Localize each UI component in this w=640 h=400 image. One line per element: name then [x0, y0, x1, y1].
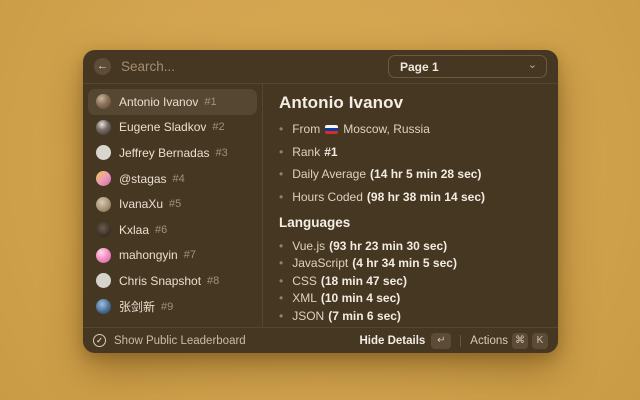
chevron-down-icon: ⌄ — [528, 60, 537, 70]
command-key-icon[interactable]: ⌘ — [512, 333, 528, 349]
avatar — [96, 171, 111, 186]
list-item[interactable]: Eugene Sladkov #2 — [88, 115, 257, 141]
language-time: (10 min 4 sec) — [321, 291, 400, 305]
user-rank: #3 — [216, 147, 228, 159]
language-time: (18 min 47 sec) — [321, 274, 407, 288]
language-name: CSS — [292, 274, 317, 288]
language-time: (93 hr 23 min 30 sec) — [329, 239, 447, 253]
bullet-icon: • — [279, 167, 283, 181]
user-rank: #8 — [207, 275, 219, 287]
leaderboard-list: Antonio Ivanov #1 Eugene Sladkov #2 Jeff… — [83, 84, 263, 327]
detail-panel: Antonio Ivanov • From Moscow, Russia • R… — [263, 84, 558, 327]
languages-heading: Languages — [279, 215, 542, 230]
avatar — [96, 145, 111, 160]
detail-title: Antonio Ivanov — [279, 93, 542, 113]
list-item[interactable]: 张剑新 #9 — [88, 294, 257, 320]
avatar — [96, 299, 111, 314]
profile-list: • From Moscow, Russia • Rank #1 • Daily … — [279, 122, 542, 204]
bullet-icon: • — [279, 239, 283, 253]
footer-divider — [460, 335, 461, 347]
user-name: Kxlaa — [119, 223, 149, 237]
languages-list: • Vue.js (93 hr 23 min 30 sec) • JavaScr… — [279, 239, 542, 328]
rank-value: #1 — [324, 145, 337, 159]
list-item[interactable]: IvanaXu #5 — [88, 191, 257, 217]
back-arrow-icon: ← — [97, 60, 108, 72]
back-button[interactable]: ← — [94, 58, 111, 75]
footer: ✓ Show Public Leaderboard Hide Details ↵… — [83, 327, 558, 353]
user-rank: #6 — [155, 224, 167, 236]
detail-rank: • Rank #1 — [279, 145, 542, 159]
language-time: (7 min 6 sec) — [328, 309, 401, 323]
content: Antonio Ivanov #1 Eugene Sladkov #2 Jeff… — [83, 84, 558, 327]
language-item: • CSS (18 min 47 sec) — [279, 274, 542, 288]
page-dropdown-value: Page 1 — [400, 60, 528, 74]
page-dropdown[interactable]: Page 1 ⌄ — [388, 55, 547, 78]
bullet-icon: • — [279, 274, 283, 288]
language-name: JSON — [292, 309, 324, 323]
avatar — [96, 248, 111, 263]
list-item[interactable]: Kxlaa #6 — [88, 217, 257, 243]
user-name: 张剑新 — [119, 298, 155, 315]
avatar — [96, 197, 111, 212]
bullet-icon: • — [279, 190, 283, 204]
language-name: JavaScript — [292, 256, 348, 270]
language-time: (4 hr 34 min 5 sec) — [352, 256, 457, 270]
hours-coded-value: (98 hr 38 min 14 sec) — [367, 190, 485, 204]
user-rank: #1 — [204, 96, 216, 108]
user-rank: #9 — [161, 301, 173, 313]
list-item[interactable]: Antonio Ivanov #1 — [88, 89, 257, 115]
bullet-icon: • — [279, 122, 283, 136]
list-item[interactable]: @stagas #4 — [88, 166, 257, 192]
detail-hours-coded: • Hours Coded (98 hr 38 min 14 sec) — [279, 190, 542, 204]
language-name: Vue.js — [292, 239, 325, 253]
k-key[interactable]: K — [532, 333, 548, 349]
list-item[interactable]: Jeffrey Bernadas #3 — [88, 140, 257, 166]
app-window: ← Search... Page 1 ⌄ Antonio Ivanov #1 E… — [83, 50, 558, 353]
russia-flag-icon — [325, 125, 338, 134]
language-item: • JSON (7 min 6 sec) — [279, 309, 542, 323]
avatar — [96, 120, 111, 135]
detail-from: • From Moscow, Russia — [279, 122, 542, 136]
list-item[interactable]: mahongyin #7 — [88, 243, 257, 269]
return-key-icon[interactable]: ↵ — [431, 333, 451, 349]
footer-command-name: Show Public Leaderboard — [114, 335, 359, 347]
avatar — [96, 273, 111, 288]
hide-details-button[interactable]: Hide Details — [359, 335, 425, 347]
bullet-icon: • — [279, 309, 283, 323]
daily-average-value: (14 hr 5 min 28 sec) — [370, 167, 481, 181]
language-item: • XML (10 min 4 sec) — [279, 291, 542, 305]
user-name: Chris Snapshot — [119, 274, 201, 288]
language-item: • Vue.js (93 hr 23 min 30 sec) — [279, 239, 542, 253]
avatar — [96, 222, 111, 237]
bullet-icon: • — [279, 256, 283, 270]
leaderboard-check-icon: ✓ — [93, 334, 106, 347]
user-name: Antonio Ivanov — [119, 95, 198, 109]
daily-average-label: Daily Average — [292, 167, 366, 181]
detail-daily-average: • Daily Average (14 hr 5 min 28 sec) — [279, 167, 542, 181]
actions-button[interactable]: Actions — [470, 335, 508, 347]
list-item[interactable]: Chris Snapshot #8 — [88, 268, 257, 294]
user-rank: #4 — [173, 173, 185, 185]
hours-coded-label: Hours Coded — [292, 190, 363, 204]
bullet-icon: • — [279, 145, 283, 159]
user-name: IvanaXu — [119, 197, 163, 211]
header: ← Search... Page 1 ⌄ — [83, 50, 558, 84]
rank-label: Rank — [292, 145, 320, 159]
user-name: mahongyin — [119, 248, 178, 262]
bullet-icon: • — [279, 291, 283, 305]
search-input[interactable]: Search... — [121, 59, 388, 74]
user-name: @stagas — [119, 172, 167, 186]
user-rank: #5 — [169, 198, 181, 210]
actions-shortcut: ⌘ K — [508, 333, 548, 349]
user-name: Eugene Sladkov — [119, 120, 206, 134]
user-rank: #7 — [184, 249, 196, 261]
language-item: • JavaScript (4 hr 34 min 5 sec) — [279, 256, 542, 270]
from-value: Moscow, Russia — [343, 122, 430, 136]
from-label: From — [292, 122, 320, 136]
user-rank: #2 — [212, 121, 224, 133]
user-name: Jeffrey Bernadas — [119, 146, 210, 160]
avatar — [96, 94, 111, 109]
language-name: XML — [292, 291, 317, 305]
